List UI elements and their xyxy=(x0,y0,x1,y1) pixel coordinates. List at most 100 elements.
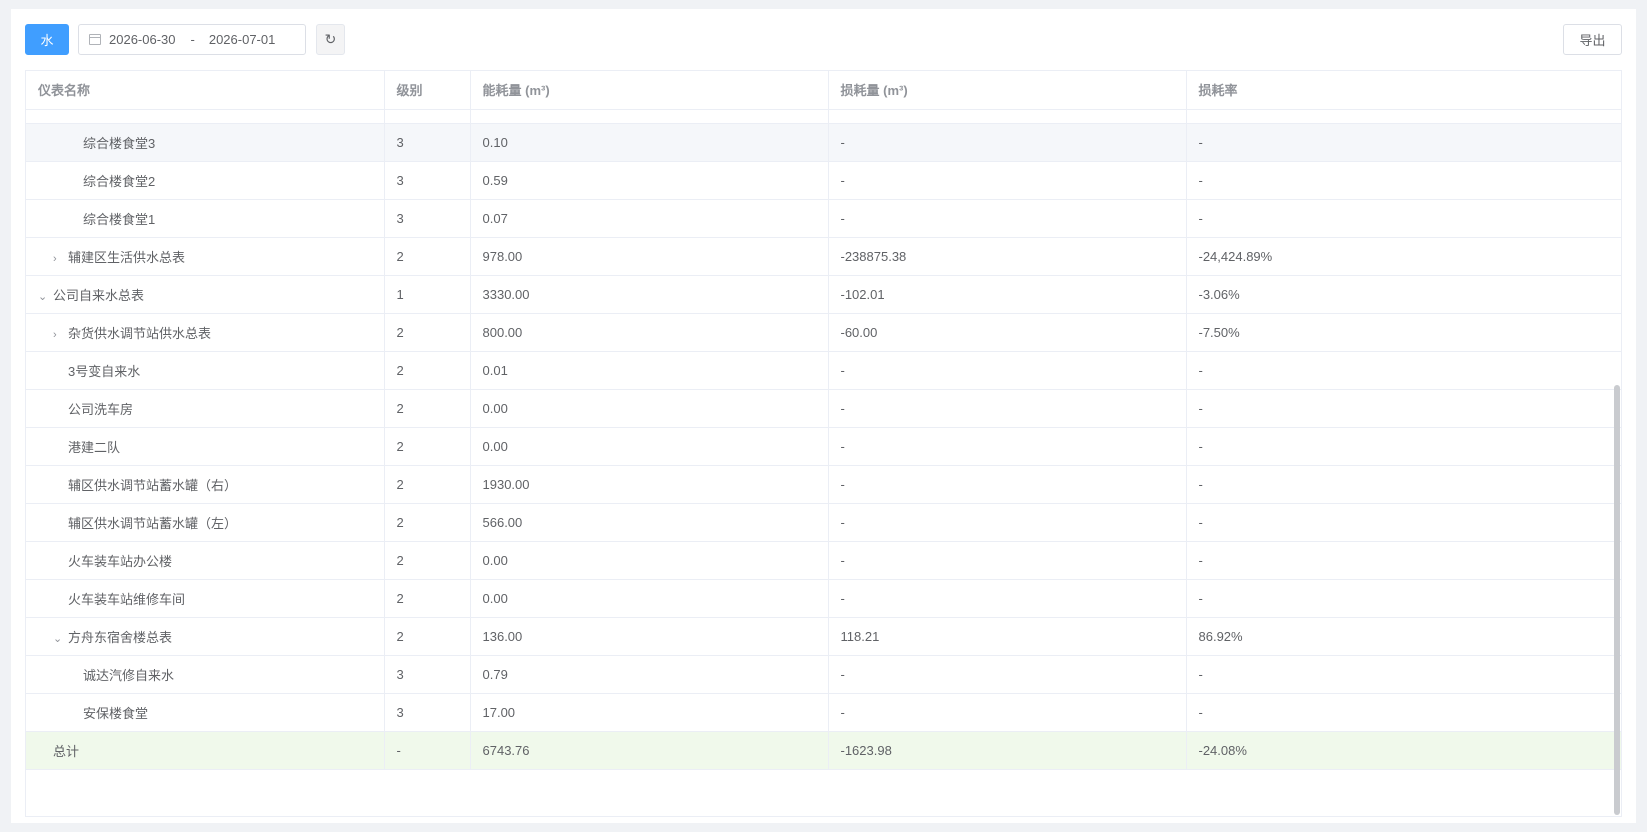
loss-cell: - xyxy=(828,693,1187,732)
meter-name: 综合楼食堂2 xyxy=(83,173,156,189)
refresh-button[interactable]: ↻ xyxy=(316,24,345,55)
consumption-cell: 136.00 xyxy=(470,617,829,656)
level-cell: 2 xyxy=(384,541,471,580)
date-start[interactable]: 2026-06-30 xyxy=(109,32,176,47)
table-row[interactable]: 诚达汽修自来水 3 0.79 - - xyxy=(26,655,1621,694)
loss-cell: 118.21 xyxy=(828,617,1187,656)
total-label: 总计 xyxy=(53,743,80,759)
meter-name: 火车装车站维修车间 xyxy=(68,591,186,607)
rate-cell: - xyxy=(1186,541,1621,580)
table-row[interactable]: ⌄ 方舟东宿舍楼总表 2 136.00 118.21 86.92% xyxy=(26,617,1621,656)
loss-cell: - xyxy=(828,427,1187,466)
level-cell: 2 xyxy=(384,313,471,352)
meter-name: 3号变自来水 xyxy=(68,363,141,379)
rate-cell: -7.50% xyxy=(1186,313,1621,352)
header-loss[interactable]: 损耗量 (m³) xyxy=(828,71,1187,110)
level-cell: 2 xyxy=(384,237,471,276)
table-row[interactable]: 综合楼食堂1 3 0.07 - - xyxy=(26,199,1621,238)
rate-cell: - xyxy=(1186,427,1621,466)
level-cell: 2 xyxy=(384,503,471,542)
chevron-down-icon[interactable]: ⌄ xyxy=(38,290,53,303)
loss-cell: - xyxy=(828,123,1187,162)
table-row[interactable]: ⌄ 公司自来水总表 1 3330.00 -102.01 -3.06% xyxy=(26,275,1621,314)
rate-cell: - xyxy=(1186,465,1621,504)
consumption-cell: 0.01 xyxy=(470,351,829,390)
table-row[interactable]: › 辅建区生活供水总表 2 978.00 -238875.38 -24,424.8… xyxy=(26,237,1621,276)
loss-cell: - xyxy=(828,465,1187,504)
rate-cell: -3.06% xyxy=(1186,275,1621,314)
consumption-cell: 566.00 xyxy=(470,503,829,542)
loss-cell: - xyxy=(828,351,1187,390)
rate-cell: - xyxy=(1186,693,1621,732)
table-row-partial xyxy=(26,109,1621,124)
vertical-scrollbar[interactable] xyxy=(1614,385,1620,815)
header-loss-rate[interactable]: 损耗率 xyxy=(1186,71,1621,110)
calendar-icon xyxy=(89,34,101,45)
table-row[interactable]: 辅区供水调节站蓄水罐（左） 2 566.00 - - xyxy=(26,503,1621,542)
consumption-cell: 3330.00 xyxy=(470,275,829,314)
export-button[interactable]: 导出 xyxy=(1563,24,1622,55)
rate-cell: -24,424.89% xyxy=(1186,237,1621,276)
refresh-icon: ↻ xyxy=(324,31,337,47)
meter-name: 杂货供水调节站供水总表 xyxy=(68,325,212,341)
loss-cell: - xyxy=(828,541,1187,580)
loss-cell: - xyxy=(828,503,1187,542)
meter-name: 综合楼食堂3 xyxy=(83,135,156,151)
table-row[interactable]: › 杂货供水调节站供水总表 2 800.00 -60.00 -7.50% xyxy=(26,313,1621,352)
header-consumption[interactable]: 能耗量 (m³) xyxy=(470,71,829,110)
consumption-cell: 17.00 xyxy=(470,693,829,732)
table-row[interactable]: 综合楼食堂2 3 0.59 - - xyxy=(26,161,1621,200)
table-row[interactable]: 综合楼食堂3 3 0.10 - - xyxy=(26,123,1621,162)
total-level: - xyxy=(384,731,471,770)
header-level[interactable]: 级别 xyxy=(384,71,471,110)
table-row[interactable]: 火车装车站办公楼 2 0.00 - - xyxy=(26,541,1621,580)
report-card: 水 2026-06-30 - 2026-07-01 ↻ 导出 仪表名称 级别 能… xyxy=(11,9,1636,823)
loss-cell: - xyxy=(828,161,1187,200)
consumption-cell: 0.00 xyxy=(470,541,829,580)
consumption-cell: 0.00 xyxy=(470,389,829,428)
level-cell: 2 xyxy=(384,617,471,656)
loss-cell: - xyxy=(828,199,1187,238)
meter-name: 港建二队 xyxy=(68,439,121,455)
chevron-right-icon[interactable]: › xyxy=(53,329,68,341)
meter-name: 公司洗车房 xyxy=(68,401,134,417)
table-row[interactable]: 港建二队 2 0.00 - - xyxy=(26,427,1621,466)
chevron-down-icon[interactable]: ⌄ xyxy=(53,632,68,645)
meter-name: 公司自来水总表 xyxy=(53,287,145,303)
level-cell: 2 xyxy=(384,579,471,618)
consumption-cell: 978.00 xyxy=(470,237,829,276)
rate-cell: - xyxy=(1186,389,1621,428)
table-row[interactable]: 火车装车站维修车间 2 0.00 - - xyxy=(26,579,1621,618)
consumption-cell: 0.00 xyxy=(470,579,829,618)
table-row[interactable]: 辅区供水调节站蓄水罐（右） 2 1930.00 - - xyxy=(26,465,1621,504)
table-row[interactable]: 公司洗车房 2 0.00 - - xyxy=(26,389,1621,428)
meter-name: 火车装车站办公楼 xyxy=(68,553,173,569)
date-end[interactable]: 2026-07-01 xyxy=(209,32,276,47)
chevron-right-icon[interactable]: › xyxy=(53,253,68,265)
consumption-cell: 0.00 xyxy=(470,427,829,466)
loss-cell: -60.00 xyxy=(828,313,1187,352)
loss-cell: - xyxy=(828,579,1187,618)
consumption-cell: 1930.00 xyxy=(470,465,829,504)
level-cell: 3 xyxy=(384,199,471,238)
table-row[interactable]: 3号变自来水 2 0.01 - - xyxy=(26,351,1621,390)
meter-name: 辅区供水调节站蓄水罐（右） xyxy=(68,477,238,493)
table-header-row: 仪表名称 级别 能耗量 (m³) 损耗量 (m³) 损耗率 xyxy=(26,71,1621,110)
date-range-picker[interactable]: 2026-06-30 - 2026-07-01 xyxy=(78,24,306,55)
total-row: 总计 - 6743.76 -1623.98 -24.08% xyxy=(26,731,1621,770)
consumption-cell: 0.10 xyxy=(470,123,829,162)
total-rate: -24.08% xyxy=(1186,731,1621,770)
table-row[interactable]: 安保楼食堂 3 17.00 - - xyxy=(26,693,1621,732)
header-meter-name[interactable]: 仪表名称 xyxy=(26,71,385,110)
level-cell: 3 xyxy=(384,161,471,200)
meter-name: 综合楼食堂1 xyxy=(83,211,156,227)
rate-cell: - xyxy=(1186,161,1621,200)
rate-cell: - xyxy=(1186,579,1621,618)
water-type-button[interactable]: 水 xyxy=(25,24,69,55)
consumption-cell: 0.79 xyxy=(470,655,829,694)
level-cell: 3 xyxy=(384,655,471,694)
loss-cell: - xyxy=(828,389,1187,428)
meter-name: 辅区供水调节站蓄水罐（左） xyxy=(68,515,238,531)
rate-cell: - xyxy=(1186,655,1621,694)
rate-cell: 86.92% xyxy=(1186,617,1621,656)
